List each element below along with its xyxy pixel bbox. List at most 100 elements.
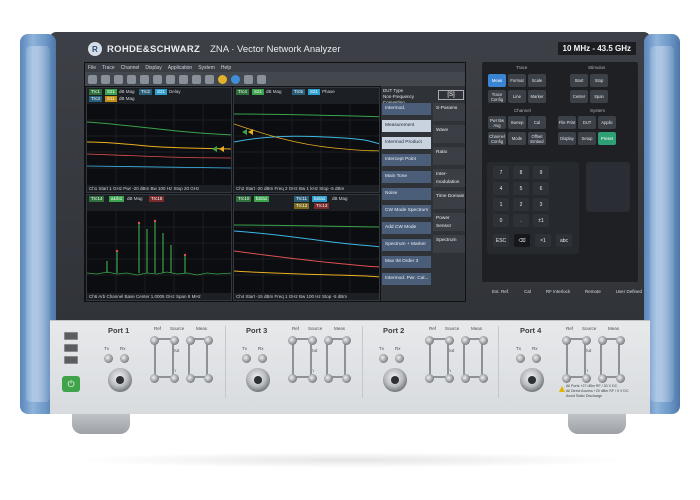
ref-out-connector[interactable] bbox=[425, 336, 434, 345]
number-key[interactable]: . bbox=[513, 214, 529, 227]
trace-tag[interactable]: Trc13 bbox=[314, 203, 330, 209]
meas-in-connector[interactable] bbox=[479, 374, 488, 383]
trace-tag[interactable]: Trc3 bbox=[89, 96, 102, 102]
menu-item-system[interactable]: System bbox=[198, 65, 215, 71]
measurement-tab-6[interactable]: Spectrum bbox=[433, 235, 465, 253]
test-port-connector[interactable] bbox=[246, 368, 270, 392]
chart-icon[interactable] bbox=[179, 74, 188, 84]
meas-out-connector[interactable] bbox=[598, 336, 607, 345]
power-button[interactable]: ⏻ bbox=[62, 376, 80, 392]
stimulus-key-2[interactable]: Center bbox=[570, 90, 588, 103]
system-key-2[interactable]: Applic bbox=[598, 116, 616, 129]
trace-tag[interactable]: Trc14 bbox=[89, 196, 105, 202]
measurement-tab-4[interactable]: Time Domain bbox=[433, 191, 465, 209]
marker-search-icon[interactable] bbox=[153, 74, 162, 84]
measurement-tab-1[interactable]: Wave bbox=[433, 125, 465, 143]
trace-icon[interactable] bbox=[127, 74, 136, 84]
trace-key-0[interactable]: Meas bbox=[488, 74, 506, 87]
trace-key-3[interactable]: Trace Config bbox=[488, 90, 506, 103]
trace-tag[interactable]: Trc5 bbox=[292, 89, 305, 95]
menu-item-trace[interactable]: Trace bbox=[102, 65, 115, 71]
calibration-icon[interactable] bbox=[166, 74, 175, 84]
ref-in-connector[interactable] bbox=[150, 374, 159, 383]
trace-tag[interactable]: Trc4 bbox=[236, 89, 249, 95]
number-key[interactable]: 5 bbox=[513, 182, 529, 195]
menu-item-display[interactable]: Display bbox=[145, 65, 161, 71]
s-parameter-button[interactable]: [S] bbox=[438, 90, 464, 100]
usb-port-icon[interactable] bbox=[64, 356, 78, 364]
test-port-connector[interactable] bbox=[520, 368, 544, 392]
softkey-10[interactable]: Intermod. Pwr. Cal... bbox=[382, 273, 431, 285]
number-key[interactable]: 2 bbox=[513, 198, 529, 211]
softkey-3[interactable]: Intercept Point bbox=[382, 154, 431, 166]
meas-out-connector[interactable] bbox=[204, 336, 213, 345]
channel-key-2[interactable]: Cal bbox=[528, 116, 546, 129]
test-port-connector[interactable] bbox=[383, 368, 407, 392]
softkey-4[interactable]: Main Tone bbox=[382, 171, 431, 183]
trace-tag[interactable]: Trc11 bbox=[294, 196, 310, 202]
softkey-7[interactable]: Add CW Mode bbox=[382, 222, 431, 234]
diagram-pane-4[interactable]: Trc10 b2/a1 Trc11 b2/a1 dB Mag Trc12 Trc… bbox=[233, 194, 380, 301]
trace-key-5[interactable]: Marker bbox=[528, 90, 546, 103]
meas-out-connector[interactable] bbox=[616, 336, 625, 345]
system-key-3[interactable]: Display bbox=[558, 132, 576, 145]
meas-in-connector[interactable] bbox=[598, 374, 607, 383]
diagram-pane-1[interactable]: Trc1 S21 dB Mag Trc3 S11 dB Mag Trc2 S21… bbox=[86, 87, 232, 193]
meas-out-connector[interactable] bbox=[461, 336, 470, 345]
softkey-2[interactable]: Intermod Product bbox=[382, 137, 431, 149]
softkey-5[interactable]: Noise bbox=[382, 188, 431, 200]
ref-out-connector[interactable] bbox=[150, 336, 159, 345]
keypad-extra-key[interactable]: ⌫ bbox=[514, 234, 530, 247]
channel-key-1[interactable]: Sweep bbox=[508, 116, 526, 129]
source-in-connector[interactable] bbox=[308, 374, 317, 383]
meas-in-connector[interactable] bbox=[186, 374, 195, 383]
undo-icon[interactable] bbox=[88, 74, 97, 84]
source-out-connector[interactable] bbox=[308, 336, 317, 345]
number-key[interactable]: 9 bbox=[533, 166, 549, 179]
trace-key-2[interactable]: Scale bbox=[528, 74, 546, 87]
source-out-connector[interactable] bbox=[170, 336, 179, 345]
source-in-connector[interactable] bbox=[445, 374, 454, 383]
number-key[interactable]: 4 bbox=[493, 182, 509, 195]
touchscreen[interactable]: File Trace Channel Display Application System… bbox=[84, 62, 466, 302]
source-in-connector[interactable] bbox=[170, 374, 179, 383]
channel-key-3[interactable]: Channel Config bbox=[488, 132, 506, 145]
diagram-pane-2[interactable]: Trc4 S21 dB Mag Trc5 S21 Phase Ch2 Start… bbox=[233, 87, 380, 193]
measurement-tab-0[interactable]: S-Params bbox=[433, 103, 465, 121]
menu-item-file[interactable]: File bbox=[88, 65, 96, 71]
system-key-0[interactable]: File Print bbox=[558, 116, 576, 129]
ref-in-connector[interactable] bbox=[562, 374, 571, 383]
meas-in-connector[interactable] bbox=[616, 374, 625, 383]
number-key[interactable]: ±1 bbox=[533, 214, 549, 227]
rotary-knob-area[interactable] bbox=[586, 162, 630, 212]
menu-item-help[interactable]: Help bbox=[221, 65, 231, 71]
meas-in-connector[interactable] bbox=[342, 374, 351, 383]
softkey-9[interactable]: Max IM Order 3 bbox=[382, 256, 431, 268]
trace-tag[interactable]: Trc10 bbox=[236, 196, 252, 202]
measurement-tab-5[interactable]: Power Sensor bbox=[433, 213, 465, 231]
number-key[interactable]: 8 bbox=[513, 166, 529, 179]
grid-icon[interactable] bbox=[192, 74, 201, 84]
trace-tag[interactable]: Trc1 bbox=[89, 89, 102, 95]
diagram-pane-3[interactable]: Trc14 a1/b1 dB Mag Trc15 Ch6 Arb Channel… bbox=[86, 194, 232, 301]
meas-in-connector[interactable] bbox=[461, 374, 470, 383]
system-key-4[interactable]: Setup bbox=[578, 132, 596, 145]
help-icon[interactable] bbox=[218, 74, 227, 84]
system-key-1[interactable]: DUT bbox=[578, 116, 596, 129]
meas-in-connector[interactable] bbox=[204, 374, 213, 383]
measurement-tab-2[interactable]: Ratio bbox=[433, 147, 465, 165]
channel-key-4[interactable]: Mode bbox=[508, 132, 526, 145]
meas-out-connector[interactable] bbox=[324, 336, 333, 345]
test-port-connector[interactable] bbox=[108, 368, 132, 392]
print-icon[interactable] bbox=[205, 74, 214, 84]
save-icon[interactable] bbox=[231, 74, 240, 84]
ref-in-connector[interactable] bbox=[425, 374, 434, 383]
ref-in-connector[interactable] bbox=[288, 374, 297, 383]
stimulus-key-1[interactable]: Stop bbox=[590, 74, 608, 87]
trace-key-1[interactable]: Format bbox=[508, 74, 526, 87]
trace-key-4[interactable]: Line bbox=[508, 90, 526, 103]
meas-out-connector[interactable] bbox=[342, 336, 351, 345]
keypad-extra-key[interactable]: ×1 bbox=[535, 234, 551, 247]
ref-out-connector[interactable] bbox=[288, 336, 297, 345]
number-key[interactable]: 0 bbox=[493, 214, 509, 227]
